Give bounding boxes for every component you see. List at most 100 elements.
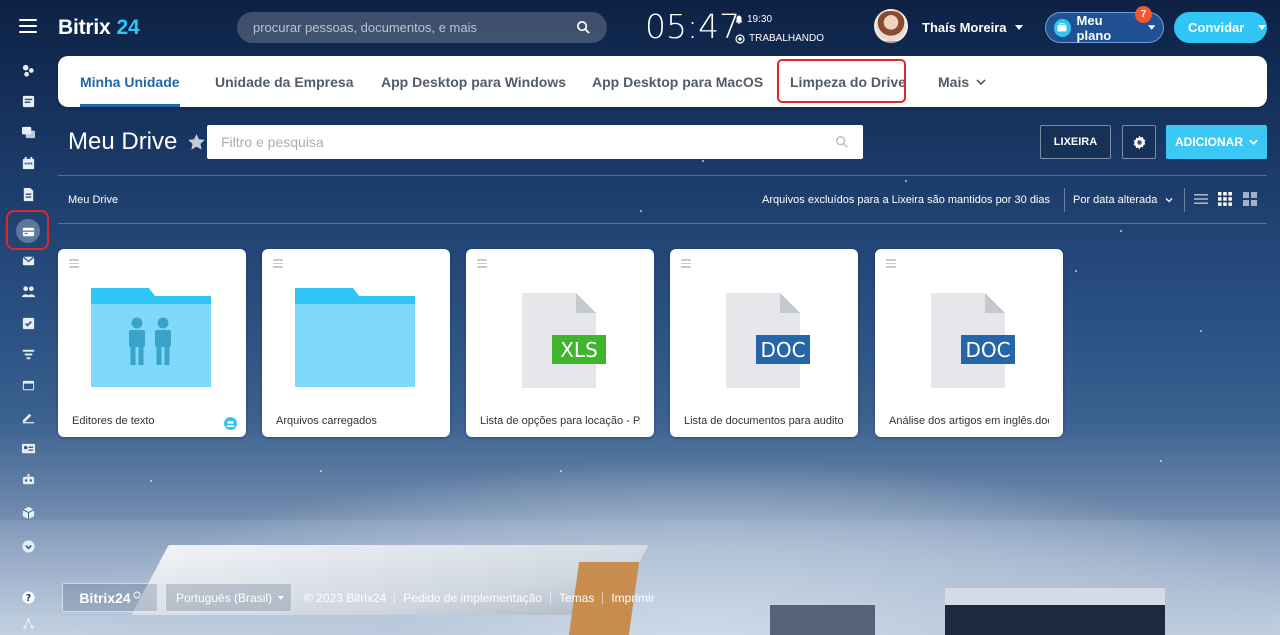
- sort-caret-icon: [1165, 197, 1173, 202]
- drag-handle-icon[interactable]: [69, 259, 79, 270]
- groups-icon[interactable]: [13, 277, 43, 305]
- favorite-star-icon[interactable]: [187, 133, 206, 151]
- clock-time[interactable]: 05:47: [645, 7, 740, 46]
- grid-view-icon[interactable]: [1217, 191, 1233, 207]
- my-plan-button[interactable]: Meu plano 7: [1045, 6, 1164, 43]
- drive-tab-bar: Minha Unidade Unidade da Empresa App Des…: [58, 56, 1267, 107]
- tasks-icon[interactable]: [13, 309, 43, 337]
- doc-file-icon: DOC: [931, 293, 1015, 388]
- folder-icon: [295, 288, 415, 387]
- search-placeholder: procurar pessoas, documentos, e mais: [253, 20, 477, 35]
- tab-app-windows[interactable]: App Desktop para Windows: [381, 56, 566, 107]
- left-rail: ?: [0, 0, 56, 635]
- sort-dropdown[interactable]: Por data alterada: [1073, 194, 1173, 206]
- signature-icon[interactable]: [13, 402, 43, 430]
- clock-circle-icon: [133, 591, 141, 598]
- file-name[interactable]: Lista de documentos para audito...: [684, 415, 844, 427]
- more-label: Mais: [938, 73, 970, 90]
- drag-handle-icon[interactable]: [273, 259, 283, 270]
- trash-button[interactable]: LIXEIRA: [1040, 125, 1111, 159]
- more-down-icon[interactable]: [13, 532, 43, 560]
- shared-folder-icon: [91, 288, 211, 387]
- work-day-status[interactable]: 19:30 TRABALHANDO: [735, 10, 824, 48]
- file-card-analise[interactable]: DOC Análise dos artigos em inglês.docx: [875, 249, 1063, 437]
- filter-placeholder: Filtro e pesquisa: [221, 134, 324, 150]
- footer-logo-text: Bitrix24: [79, 589, 131, 606]
- tab-more[interactable]: Mais: [938, 56, 986, 107]
- mail-icon[interactable]: [13, 246, 43, 274]
- user-avatar[interactable]: [874, 9, 908, 43]
- limpeza-highlight-box: [777, 59, 906, 103]
- doc-file-icon: DOC: [726, 293, 810, 388]
- settings-button[interactable]: [1122, 125, 1156, 159]
- shared-users-icon: [224, 417, 237, 430]
- add-label: ADICIONAR: [1175, 135, 1243, 149]
- list-view-icon[interactable]: [1193, 191, 1209, 207]
- footer-link-imprimir[interactable]: Imprimir: [602, 591, 662, 604]
- file-card-lista-documentos[interactable]: DOC Lista de documentos para audito...: [670, 249, 858, 437]
- footer-link-temas[interactable]: Temas: [549, 591, 602, 604]
- file-card-arquivos[interactable]: Arquivos carregados: [262, 249, 450, 437]
- add-chevron-icon: [1249, 139, 1258, 145]
- feed-icon[interactable]: [13, 56, 43, 84]
- tab-app-macos[interactable]: App Desktop para MacOS: [592, 56, 763, 107]
- barn: [945, 588, 1165, 635]
- add-button[interactable]: ADICIONAR: [1166, 125, 1267, 159]
- caret-down-icon: [1014, 25, 1023, 30]
- search-icon[interactable]: [576, 20, 591, 35]
- bitrix-logo[interactable]: Bitrix 24: [58, 16, 140, 40]
- footer: Bitrix24 Português (Brasil) © 2023 Bitri…: [62, 583, 663, 612]
- invite-button[interactable]: Convidar: [1174, 12, 1267, 43]
- help-icon[interactable]: ?: [13, 583, 43, 611]
- small-house: [770, 605, 875, 635]
- my-plan-label: Meu plano: [1076, 12, 1112, 43]
- work-status: TRABALHANDO: [749, 33, 825, 44]
- tab-minha-unidade[interactable]: Minha Unidade: [80, 56, 180, 107]
- bell-icon: [735, 15, 743, 24]
- file-name[interactable]: Arquivos carregados: [276, 415, 436, 427]
- logo-number: 24: [116, 16, 140, 39]
- briefcase-icon: [1054, 18, 1071, 37]
- file-card-lista-locacao[interactable]: XLS Lista de opções para locação - P...: [466, 249, 654, 437]
- global-search[interactable]: procurar pessoas, documentos, e mais: [237, 12, 607, 43]
- news-icon[interactable]: [13, 87, 43, 115]
- alarm-time: 19:30: [747, 14, 773, 25]
- footer-logo[interactable]: Bitrix24: [62, 583, 158, 612]
- invite-label: Convidar: [1188, 20, 1245, 35]
- sort-label: Por data alterada: [1073, 194, 1158, 206]
- file-name[interactable]: Análise dos artigos em inglês.docx: [889, 415, 1049, 427]
- large-tiles-icon[interactable]: [1242, 191, 1258, 207]
- drag-handle-icon[interactable]: [477, 259, 487, 270]
- menu-icon[interactable]: [19, 19, 37, 33]
- robot-icon[interactable]: [13, 465, 43, 493]
- file-name[interactable]: Editores de texto: [72, 415, 232, 427]
- drive-highlight-box: [6, 210, 49, 250]
- filter-search-icon[interactable]: [835, 135, 849, 149]
- divider-bottom: [58, 223, 1267, 224]
- plan-caret-icon: [1147, 25, 1155, 30]
- file-card-editores[interactable]: Editores de texto: [58, 249, 246, 437]
- drag-handle-icon[interactable]: [886, 259, 896, 270]
- chevron-down-icon: [976, 78, 986, 85]
- crm-filter-icon[interactable]: [13, 340, 43, 368]
- footer-link-implementacao[interactable]: Pedido de implementação: [394, 591, 550, 604]
- drag-handle-icon[interactable]: [681, 259, 691, 270]
- language-selector[interactable]: Português (Brasil): [165, 583, 292, 612]
- tab-unidade-empresa[interactable]: Unidade da Empresa: [215, 56, 354, 107]
- calendar-icon[interactable]: [13, 149, 43, 177]
- file-name[interactable]: Lista de opções para locação - P...: [480, 415, 640, 427]
- toolbar-divider: [1064, 188, 1065, 212]
- network-icon[interactable]: [13, 609, 43, 635]
- language-label: Português (Brasil): [176, 590, 273, 605]
- breadcrumb[interactable]: Meu Drive: [68, 194, 118, 206]
- document-icon[interactable]: [13, 180, 43, 208]
- filter-search-input[interactable]: Filtro e pesquisa: [207, 125, 863, 159]
- chat-icon[interactable]: [13, 118, 43, 146]
- contact-card-icon[interactable]: [13, 434, 43, 462]
- page-title-text: Meu Drive: [68, 128, 178, 155]
- copyright: © 2023 Bitrix24: [304, 590, 387, 605]
- box-icon[interactable]: [13, 498, 43, 526]
- sites-icon[interactable]: [13, 371, 43, 399]
- user-menu[interactable]: Thaís Moreira: [922, 20, 1023, 35]
- gear-icon: [1133, 135, 1145, 149]
